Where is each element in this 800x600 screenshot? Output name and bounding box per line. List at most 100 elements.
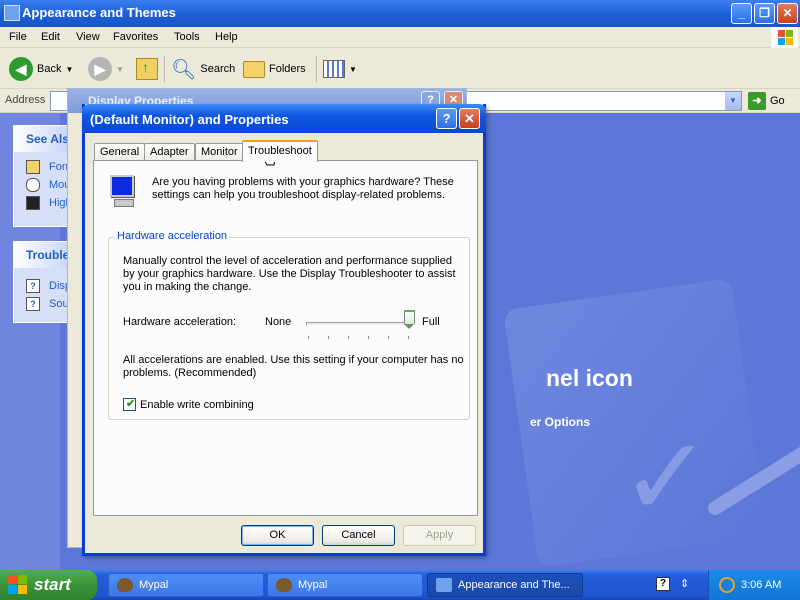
mypal-icon [117, 578, 133, 592]
clock[interactable]: 3:06 AM [741, 579, 781, 591]
troubleshooters-title[interactable]: Trouble [14, 242, 72, 268]
intro-text: Are you having problems with your graphi… [152, 176, 454, 201]
dialog-titlebar[interactable]: (Default Monitor) and Properties ? ✕ [82, 104, 486, 133]
ok-button[interactable]: OK [241, 525, 314, 546]
checkmark-icon: ✔ [126, 398, 136, 410]
chevron-down-icon[interactable]: ▼ [116, 65, 124, 74]
acceleration-slider-thumb[interactable] [404, 310, 415, 329]
slider-min-label: None [265, 316, 292, 328]
slider-tick [408, 336, 409, 339]
search-icon: 🔍︎ [171, 58, 197, 81]
taskbar-item-mypal[interactable]: Mypal [108, 573, 264, 597]
menu-help[interactable]: Help [215, 31, 238, 43]
explorer-titlebar[interactable]: Appearance and Themes _ ❐ ✕ [0, 0, 800, 27]
go-button[interactable]: ➜ Go [748, 92, 785, 110]
back-arrow-icon: ◀ [9, 57, 33, 81]
folder-icon [4, 5, 20, 21]
menu-view[interactable]: View [76, 31, 100, 43]
slider-label: Hardware acceleration: [123, 316, 237, 328]
folder-icon [436, 578, 452, 592]
see-also-title[interactable]: See Als [14, 126, 72, 152]
troubleshooters-box: Trouble ? Disp ? Sou [13, 241, 73, 323]
monitor-properties-dialog: (Default Monitor) and Properties ? ✕ Gen… [82, 104, 486, 556]
forward-button[interactable]: ▶ ▼ [88, 55, 124, 83]
slider-tick [308, 336, 309, 339]
write-combining-label: Enable write combining [140, 398, 254, 411]
go-arrow-icon: ➜ [748, 92, 766, 110]
folders-icon [243, 60, 265, 78]
slider-tick [348, 336, 349, 339]
write-combining-checkbox[interactable]: ✔ [123, 398, 136, 411]
system-tray: 3:06 AM [708, 570, 800, 600]
close-button[interactable]: ✕ [459, 108, 480, 129]
tab-general[interactable]: General [94, 143, 146, 161]
close-button[interactable]: ✕ [777, 3, 798, 24]
standard-toolbar: ◀ Back ▼ ▶ ▼ ↑ 🔍︎ Search Folders ▼ [0, 48, 800, 89]
pick-control-panel-heading: nel icon [546, 365, 633, 391]
cancel-button[interactable]: Cancel [322, 525, 395, 546]
start-button[interactable]: start [0, 570, 97, 600]
monitor-icon [110, 175, 136, 209]
address-label: Address [5, 94, 46, 106]
see-also-item-fonts[interactable]: Fon [14, 158, 72, 176]
toolbar-separator [316, 56, 317, 82]
up-folder-icon: ↑ [136, 58, 158, 80]
slider-max-label: Full [422, 316, 440, 328]
troubleshooter-item-display[interactable]: ? Disp [14, 277, 72, 295]
tab-monitor[interactable]: Monitor [195, 143, 244, 161]
folder-options-link[interactable]: er Options [530, 415, 590, 429]
acceleration-status-text: All accelerations are enabled. Use this … [123, 354, 464, 379]
checkmark-watermark-icon: ✓ [620, 413, 713, 541]
search-tray-icon[interactable] [719, 577, 735, 593]
apply-button[interactable]: Apply [403, 525, 476, 546]
menu-favorites[interactable]: Favorites [113, 31, 158, 43]
minimize-button[interactable]: _ [731, 3, 752, 24]
windows-logo-icon [8, 575, 28, 595]
slider-tick [388, 336, 389, 339]
menu-bar: File Edit View Favorites Tools Help [0, 27, 800, 48]
slider-tick [328, 336, 329, 339]
hardware-acceleration-group: Hardware acceleration Manually control t… [108, 230, 470, 420]
help-button[interactable]: ? [436, 108, 457, 129]
see-also-item-high-contrast[interactable]: High [14, 194, 72, 212]
search-button[interactable]: 🔍︎ Search [171, 55, 235, 83]
mypal-icon [276, 578, 292, 592]
menu-file[interactable]: File [9, 31, 27, 43]
write-combining-option[interactable]: ✔ Enable write combining [123, 398, 254, 411]
menu-edit[interactable]: Edit [41, 31, 60, 43]
see-also-item-mouse[interactable]: Mou [14, 176, 72, 194]
toolbar-separator [164, 56, 165, 82]
fonts-icon [26, 160, 40, 174]
menu-tools[interactable]: Tools [174, 31, 200, 43]
see-also-item-label: Fon [49, 161, 68, 173]
chevron-down-icon[interactable]: ▼ [349, 65, 357, 74]
taskbar-item-appearance[interactable]: Appearance and The... [427, 573, 583, 597]
views-button[interactable]: ▼ [323, 55, 357, 83]
tray-arrows-icon[interactable]: ⇕ [680, 577, 689, 590]
mouse-icon [26, 178, 40, 192]
taskbar-item-label: Mypal [139, 579, 169, 591]
taskbar-item-label: Appearance and The... [458, 579, 570, 591]
see-also-box: See Als Fon Mou High [13, 125, 73, 227]
help-tray-icon[interactable]: ? [656, 577, 670, 591]
chevron-down-icon[interactable]: ▼ [65, 65, 73, 74]
group-description: Manually control the level of accelerati… [123, 255, 456, 293]
back-button[interactable]: ◀ Back ▼ [9, 55, 73, 83]
windows-logo-icon [771, 27, 798, 48]
tab-adapter[interactable]: Adapter [144, 143, 195, 161]
slider-tick [368, 336, 369, 339]
restore-button[interactable]: ❐ [754, 3, 775, 24]
folders-button[interactable]: Folders [243, 55, 306, 83]
views-icon [323, 60, 345, 78]
taskbar-item-mypal[interactable]: Mypal [267, 573, 423, 597]
dialog-title: (Default Monitor) and Properties [90, 112, 289, 127]
folders-label: Folders [269, 63, 306, 75]
troubleshooter-item-sound[interactable]: ? Sou [14, 295, 72, 313]
taskbar: start Mypal Mypal Appearance and The... … [0, 570, 800, 600]
acceleration-slider-track[interactable] [306, 322, 410, 326]
taskbar-item-label: Mypal [298, 579, 328, 591]
troubleshoot-panel: Are you having problems with your graphi… [93, 160, 478, 516]
chevron-down-icon[interactable]: ▼ [725, 92, 741, 110]
up-folder-button[interactable]: ↑ [136, 55, 158, 83]
tab-troubleshoot[interactable]: Troubleshoot [242, 140, 318, 162]
